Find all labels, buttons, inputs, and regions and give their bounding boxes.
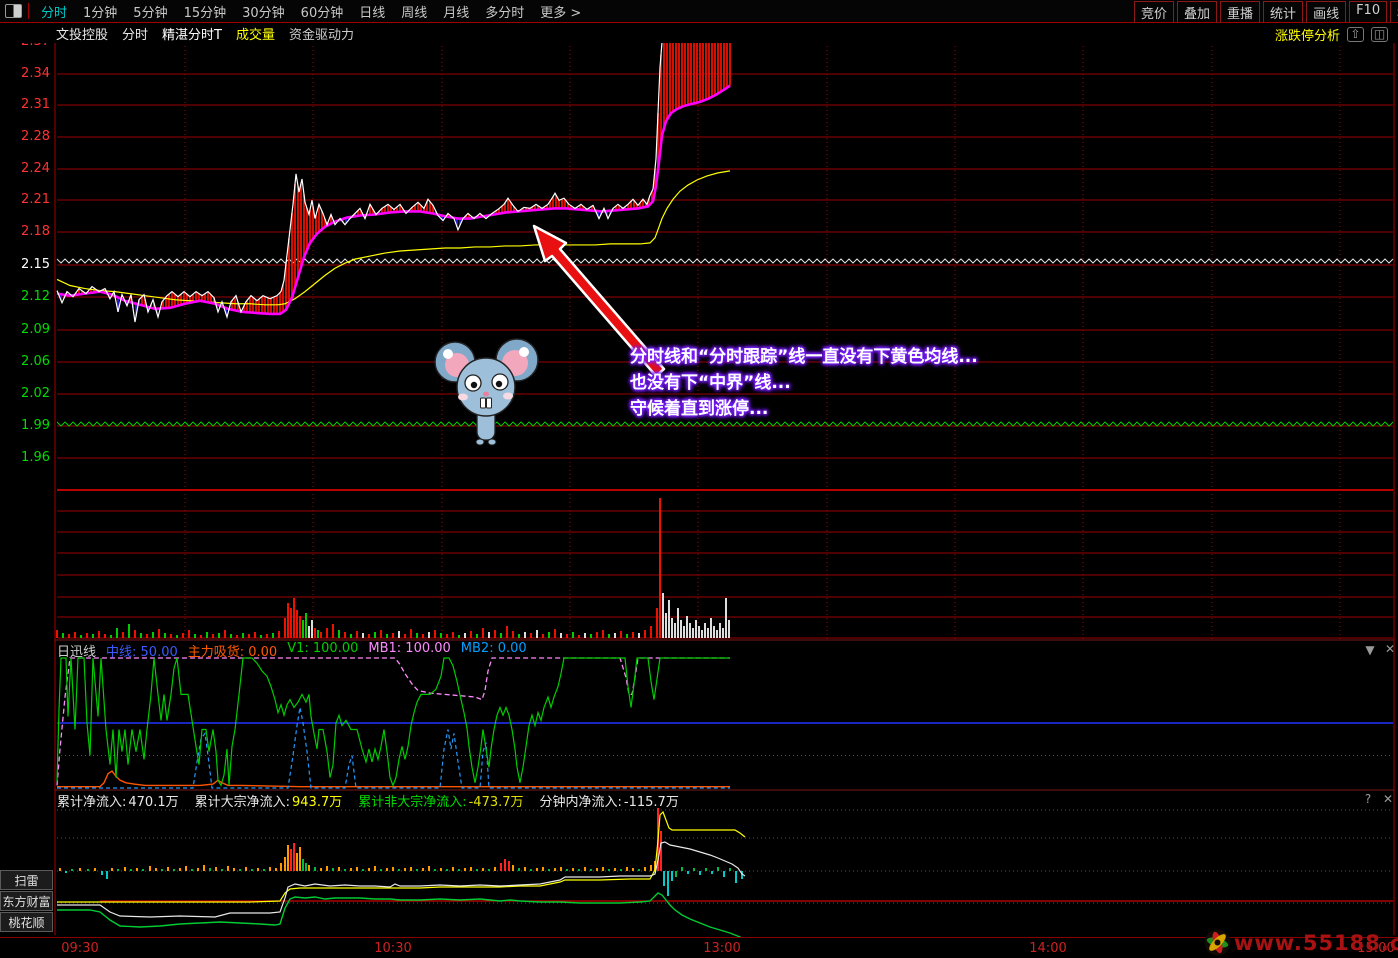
indicator-panel-header: 日迅线 中线: 50.00 主力吸货: 0.00 V1: 100.00 MB1: 10…: [57, 641, 547, 657]
flow-stat-label: 累计非大宗净流入:: [358, 795, 466, 810]
top-menu-item[interactable]: 周线: [393, 2, 435, 21]
top-menu-item[interactable]: 更多 >: [532, 2, 589, 21]
flow-stat: 累计净流入:470.1万: [57, 791, 181, 806]
flow-stat-value: 943.7万: [292, 795, 342, 810]
flow-stat-value: 470.1万: [128, 795, 178, 810]
top-menu-item[interactable]: 1分钟: [75, 2, 125, 21]
limit-analysis-link[interactable]: 涨跌停分析: [1275, 25, 1340, 44]
annotation-text: 分时线和“分时跟踪”线一直没有下黄色均线... 也没有下“中界”线... 守候着…: [630, 344, 978, 422]
price-axis-label: 2.12: [0, 289, 50, 304]
flow-stat-label: 分钟内净流入:: [540, 795, 622, 810]
bottom-tab[interactable]: 桃花顺: [0, 912, 53, 932]
top-menu-right-item[interactable]: 画线: [1306, 1, 1346, 24]
flow-stat-value: -473.7万: [469, 795, 524, 810]
panel-icon[interactable]: ◫: [1371, 27, 1388, 42]
price-axis-label: 2.06: [0, 354, 50, 369]
price-axis-label: 2.34: [0, 66, 50, 81]
top-menu-item[interactable]: 15分钟: [176, 2, 235, 21]
price-axis-label: 2.15: [0, 257, 50, 272]
top-menu-right-item[interactable]: 竞价: [1134, 1, 1174, 24]
top-menu-item[interactable]: 30分钟: [234, 2, 293, 21]
price-axis-label: 2.24: [0, 161, 50, 176]
app-window: 分时1分钟5分钟15分钟30分钟60分钟日线周线月线多分时更多 > 竞价叠加重播…: [0, 0, 1398, 958]
indicator-param[interactable]: 中线: 50.00: [106, 641, 178, 657]
top-menu-item[interactable]: 60分钟: [293, 2, 352, 21]
flow-stat-label: 累计大宗净流入:: [195, 795, 290, 810]
time-axis-label: 13:00: [703, 941, 740, 956]
annotation-line: 也没有下“中界”线...: [630, 370, 978, 396]
toolbar2-items: 文投控股分时精湛分时T 成交量资金驱动力: [42, 24, 354, 43]
top-menu-item[interactable]: 日线: [351, 2, 393, 21]
indicator-params: 中线: 50.00 主力吸货: 0.00 V1: 100.00 MB1: 100.00…: [106, 641, 537, 657]
toolbar2-item[interactable]: 文投控股: [56, 24, 108, 43]
indicator-param[interactable]: MB1: 100.00: [368, 641, 450, 657]
indicator-param[interactable]: V1: 100.00: [287, 641, 358, 657]
flow-stat: 累计大宗净流入:943.7万: [195, 791, 345, 806]
flow-stat-value: -115.7万: [624, 795, 679, 810]
chevron-down-icon[interactable]: ▼: [1363, 643, 1377, 657]
price-axis-label: 2.02: [0, 386, 50, 401]
indicator-param[interactable]: MB2: 0.00: [461, 641, 527, 657]
up-arrow-icon[interactable]: ⇧: [1347, 27, 1364, 42]
time-axis: 09:3010:3013:0014:0015:00: [0, 937, 1398, 958]
time-axis-label: 14:00: [1029, 941, 1066, 956]
annotation-line: 守候着直到涨停...: [630, 396, 978, 422]
watermark: www.55188.com: [1204, 929, 1398, 956]
chart-canvas[interactable]: [0, 0, 1398, 958]
top-menu-left: 分时1分钟5分钟15分钟30分钟60分钟日线周线月线多分时更多 >: [33, 2, 589, 21]
top-menu-item[interactable]: 分时: [33, 2, 75, 21]
toolbar2-item[interactable]: 成交量: [236, 24, 275, 43]
help-icon[interactable]: ?: [1361, 792, 1375, 806]
toolbar2-item[interactable]: 资金驱动力: [289, 24, 354, 43]
price-axis-label: 2.31: [0, 97, 50, 112]
divider: [28, 3, 29, 19]
toolbar2-item[interactable]: 分时: [122, 24, 148, 43]
price-axis-label: 2.28: [0, 129, 50, 144]
close-icon[interactable]: ✕: [1383, 642, 1397, 656]
watermark-text: www.55188.com: [1234, 931, 1398, 955]
bottom-tab-list: 扫雷东方财富桃花顺: [0, 869, 55, 933]
time-axis-label: 09:30: [61, 941, 98, 956]
top-menu-right-item[interactable]: 叠加: [1177, 1, 1217, 24]
toolbar2-item[interactable]: 精湛分时T: [162, 24, 222, 43]
watermark-logo-icon: [1204, 929, 1231, 956]
price-axis-label: 1.99: [0, 418, 50, 433]
flow-stat-label: 累计净流入:: [57, 795, 126, 810]
top-menu-item[interactable]: 多分时: [477, 2, 532, 21]
bottom-tab[interactable]: 扫雷: [0, 870, 53, 890]
price-axis-label: 2.21: [0, 192, 50, 207]
indicator-name[interactable]: 日迅线: [57, 641, 96, 657]
top-menu-right: 竞价叠加重播统计画线F10标记+自选: [1131, 1, 1398, 24]
indicator-param[interactable]: 主力吸货: 0.00: [188, 641, 277, 657]
bottom-tab[interactable]: 东方财富: [0, 891, 53, 911]
indicator-toolbar: 文投控股分时精湛分时T 成交量资金驱动力 涨跌停分析 ⇧ ◫: [0, 23, 1398, 43]
top-menu-bar: 分时1分钟5分钟15分钟30分钟60分钟日线周线月线多分时更多 > 竞价叠加重播…: [0, 0, 1398, 23]
flow-panel-header: 累计净流入:470.1万累计大宗净流入:943.7万累计非大宗净流入:-473.…: [57, 791, 695, 806]
time-axis-label: 10:30: [374, 941, 411, 956]
top-menu-item[interactable]: 5分钟: [125, 2, 175, 21]
price-axis-label: 2.09: [0, 322, 50, 337]
close-icon[interactable]: ✕: [1381, 792, 1395, 806]
top-menu-right-item[interactable]: 统计: [1263, 1, 1303, 24]
annotation-line: 分时线和“分时跟踪”线一直没有下黄色均线...: [630, 344, 978, 370]
flow-stat: 累计非大宗净流入:-473.7万: [358, 791, 525, 806]
top-menu-right-item[interactable]: 重播: [1220, 1, 1260, 24]
top-menu-right-item[interactable]: F10: [1349, 1, 1387, 24]
top-menu-item[interactable]: 月线: [435, 2, 477, 21]
flow-stat: 分钟内净流入:-115.7万: [540, 791, 681, 806]
top-menu-right-item[interactable]: 标记: [1390, 1, 1398, 24]
price-axis-label: 2.18: [0, 224, 50, 239]
app-window-icon[interactable]: [5, 4, 22, 18]
price-axis-label: 1.96: [0, 450, 50, 465]
